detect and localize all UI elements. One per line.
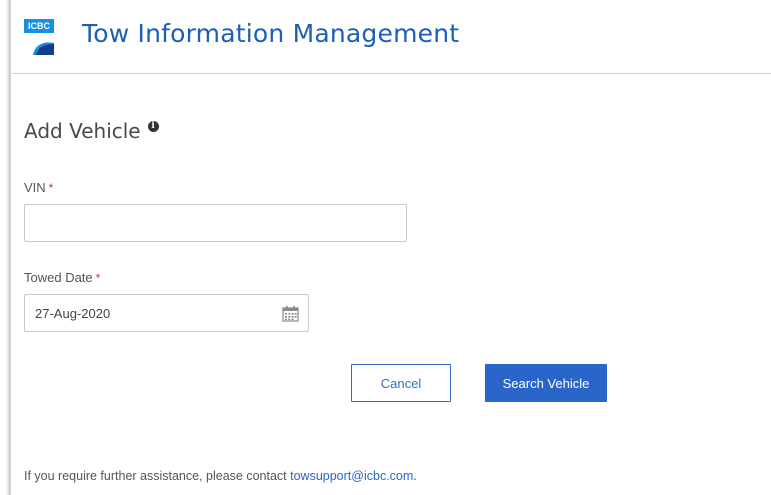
support-suffix: . — [413, 469, 417, 483]
window-edge — [0, 0, 12, 495]
calendar-icon[interactable] — [282, 305, 299, 322]
icbc-logo: ICBC — [24, 19, 54, 55]
vin-label: VIN * — [24, 180, 53, 195]
page-title: Add Vehicle i — [24, 119, 159, 143]
page-title-text: Add Vehicle — [24, 119, 141, 143]
towed-date-value: 27-Aug-2020 — [35, 306, 111, 321]
vin-input[interactable] — [24, 204, 407, 242]
logo-text: ICBC — [28, 21, 50, 31]
required-marker: * — [48, 181, 54, 195]
required-marker: * — [95, 271, 101, 285]
towed-date-label: Towed Date * — [24, 270, 100, 285]
support-note: If you require further assistance, pleas… — [24, 469, 417, 483]
cancel-button[interactable]: Cancel — [351, 364, 451, 402]
support-text: If you require further assistance, pleas… — [24, 469, 287, 483]
towed-date-label-text: Towed Date — [24, 270, 93, 285]
towed-date-input[interactable]: 27-Aug-2020 — [24, 294, 309, 332]
support-email-link[interactable]: towsupport@icbc.com — [290, 469, 413, 483]
info-icon[interactable]: i — [147, 120, 159, 132]
app-header: ICBC Tow Information Management — [12, 0, 771, 74]
vin-label-text: VIN — [24, 180, 46, 195]
app-title: Tow Information Management — [82, 19, 460, 48]
search-vehicle-button[interactable]: Search Vehicle — [485, 364, 607, 402]
